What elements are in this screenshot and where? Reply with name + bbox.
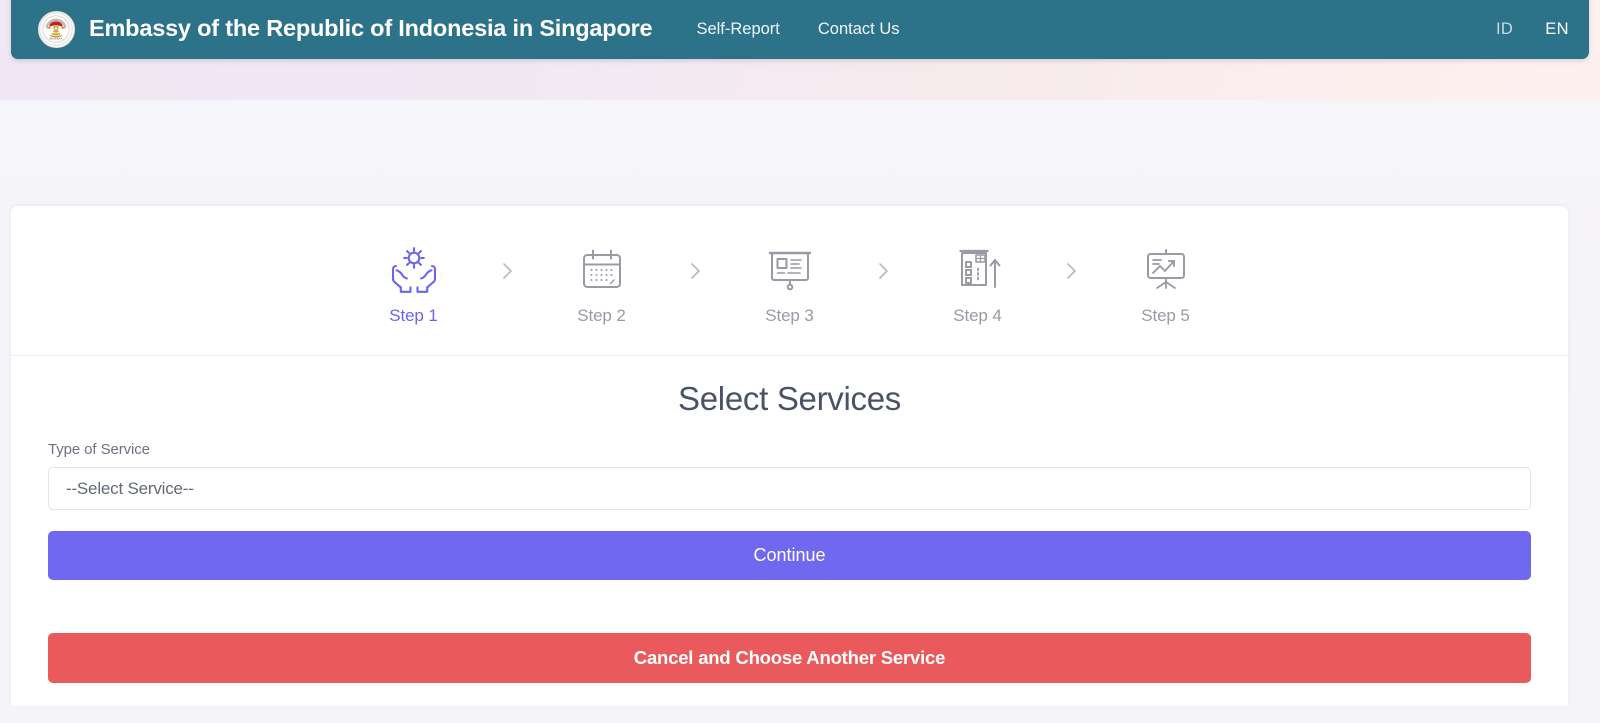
checklist-upload-icon: [952, 241, 1004, 297]
hands-holding-gear-icon: [387, 241, 441, 297]
service-type-label: Type of Service: [48, 441, 150, 458]
site-header: BHINNEKA Embassy of the Republic of Indo…: [11, 0, 1589, 59]
cancel-choose-another-service-button[interactable]: Cancel and Choose Another Service: [48, 633, 1531, 683]
page-title: Select Services: [678, 380, 901, 417]
stepper-chevron-4: [1037, 261, 1107, 307]
language-switcher: ID EN: [1496, 17, 1569, 39]
nav-item-contact-us[interactable]: Contact Us: [818, 20, 900, 39]
service-form: Select Services Type of Service --Select…: [11, 356, 1568, 704]
service-type-selected-value: --Select Service--: [66, 478, 194, 498]
language-option-id[interactable]: ID: [1496, 20, 1513, 39]
presentation-board-icon: [764, 241, 816, 297]
calendar-icon: [577, 241, 627, 297]
stepper-step-4[interactable]: Step 4: [919, 241, 1037, 326]
wizard-stepper: Step 1 Step 2 Step 3 Step 4 Step 5: [11, 206, 1568, 356]
stepper-label-4: Step 4: [953, 306, 1002, 325]
stepper-step-5[interactable]: Step 5: [1107, 241, 1225, 326]
language-option-en[interactable]: EN: [1545, 20, 1569, 39]
service-wizard-card: Step 1 Step 2 Step 3 Step 4 Step 5 Selec…: [11, 206, 1568, 706]
nav-item-self-report[interactable]: Self-Report: [696, 20, 779, 39]
growth-chart-easel-icon: [1140, 241, 1192, 297]
svg-text:BHINNEKA: BHINNEKA: [50, 38, 63, 41]
page-root: BHINNEKA Embassy of the Republic of Indo…: [0, 0, 1600, 723]
continue-button[interactable]: Continue: [48, 531, 1531, 580]
site-title: Embassy of the Republic of Indonesia in …: [89, 15, 653, 41]
stepper-step-3[interactable]: Step 3: [731, 241, 849, 326]
service-type-select[interactable]: --Select Service--: [48, 467, 1531, 510]
stepper-label-1: Step 1: [389, 306, 438, 325]
header-nav: Self-Report Contact Us: [696, 16, 899, 39]
brand[interactable]: BHINNEKA Embassy of the Republic of Indo…: [38, 0, 653, 59]
stepper-label-3: Step 3: [765, 306, 814, 325]
indonesia-garuda-emblem-icon: BHINNEKA: [38, 11, 75, 48]
stepper-step-1[interactable]: Step 1: [355, 241, 473, 326]
card-bottom-spacer: [48, 683, 1531, 704]
stepper-chevron-2: [661, 261, 731, 307]
stepper-step-2[interactable]: Step 2: [543, 241, 661, 326]
stepper-chevron-1: [473, 261, 543, 307]
stepper-label-5: Step 5: [1141, 306, 1190, 325]
stepper-label-2: Step 2: [577, 306, 626, 325]
stepper-chevron-3: [849, 261, 919, 307]
